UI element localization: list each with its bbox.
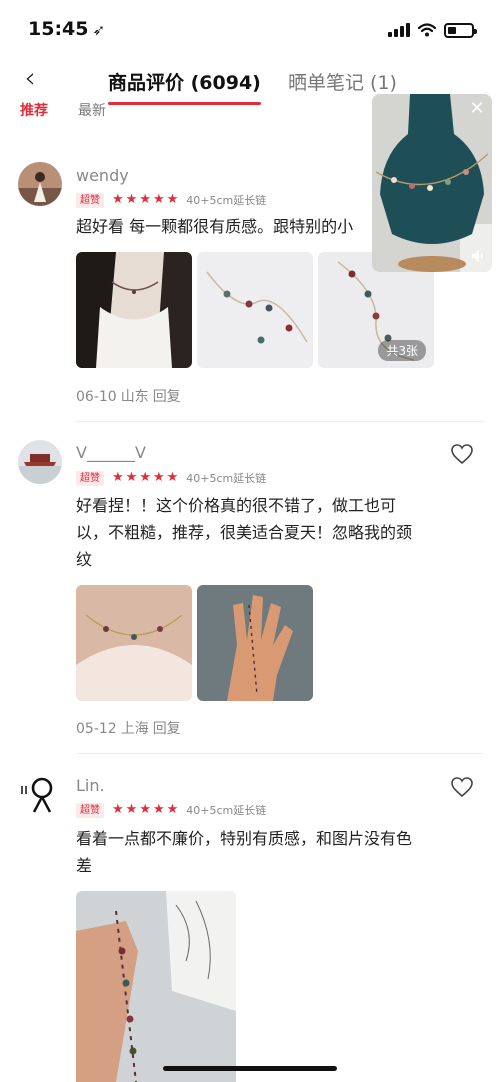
filter-row: 推荐 最新 bbox=[20, 100, 106, 120]
review-location: 山东 bbox=[120, 389, 149, 405]
review-meta: 超赞 ★ ★ ★ ★ ★ 40+5cm延长链 bbox=[76, 470, 266, 486]
review-content[interactable]: 好看捏！！这个价格真的很不错了，做工也可以，不粗糙，推荐，很美适合夏天！忽略我的… bbox=[76, 492, 412, 573]
tab-active-indicator bbox=[108, 102, 261, 105]
avatar[interactable] bbox=[18, 772, 62, 816]
review-username: V______V bbox=[76, 443, 146, 462]
reply-link[interactable]: 回复 bbox=[153, 389, 181, 405]
heart-icon[interactable] bbox=[450, 443, 474, 465]
rating-badge: 超赞 bbox=[76, 192, 104, 208]
review-meta: 超赞 ★ ★ ★ ★ ★ 40+5cm延长链 bbox=[76, 192, 266, 208]
rating-badge: 超赞 bbox=[76, 802, 104, 818]
star-icon: ★ bbox=[139, 192, 151, 207]
review-content[interactable]: 超好看 每一颗都很有质感。跟特别的小 bbox=[76, 213, 376, 240]
tab-reviews[interactable]: 商品评价 (6094) bbox=[108, 68, 261, 105]
star-icon: ★ bbox=[166, 192, 179, 207]
review-meta: 超赞 ★ ★ ★ ★ ★ 40+5cm延长链 bbox=[76, 802, 266, 818]
star-icon: ★ bbox=[152, 470, 165, 485]
review-date: 06-10 bbox=[76, 389, 117, 405]
volume-icon[interactable] bbox=[470, 248, 486, 264]
star-icon: ★ bbox=[125, 470, 138, 485]
reply-link[interactable]: 回复 bbox=[153, 721, 181, 737]
star-rating: ★ ★ ★ ★ ★ bbox=[112, 193, 178, 207]
star-icon: ★ bbox=[112, 192, 124, 207]
divider bbox=[76, 421, 484, 422]
review-photo[interactable] bbox=[197, 585, 313, 701]
location-arrow-icon: ➶ bbox=[92, 21, 106, 39]
status-time: 15:45 bbox=[28, 18, 89, 40]
star-rating: ★ ★ ★ ★ ★ bbox=[112, 803, 178, 817]
star-icon: ★ bbox=[152, 192, 165, 207]
review-username: Lin. bbox=[76, 776, 105, 795]
wifi-icon bbox=[418, 23, 436, 37]
photo-count-badge: 共3张 bbox=[378, 340, 426, 361]
avatar[interactable] bbox=[18, 162, 62, 206]
close-icon[interactable]: ✕ bbox=[468, 100, 486, 118]
review-footer: 06-10 山东 回复 bbox=[76, 386, 185, 406]
star-icon: ★ bbox=[139, 470, 151, 485]
review-username: wendy bbox=[76, 166, 129, 185]
review-photo[interactable] bbox=[76, 252, 192, 368]
review-date: 05-12 bbox=[76, 721, 117, 737]
review-photo[interactable] bbox=[76, 891, 236, 1082]
review-photo[interactable] bbox=[76, 585, 192, 701]
divider bbox=[76, 753, 484, 754]
chevron-left-icon[interactable]: ‹ bbox=[16, 64, 44, 96]
filter-latest[interactable]: 最新 bbox=[78, 100, 106, 120]
review-content[interactable]: 看着一点都不廉价，特别有质感，和图片没有色差 bbox=[76, 825, 412, 879]
star-icon: ★ bbox=[139, 802, 151, 817]
home-indicator bbox=[163, 1066, 337, 1071]
status-bar: 15:45 ➶ bbox=[0, 0, 500, 56]
tab-reviews-label: 商品评价 (6094) bbox=[108, 72, 261, 94]
tab-notes[interactable]: 晒单笔记 (1) bbox=[288, 68, 397, 95]
rating-badge: 超赞 bbox=[76, 470, 104, 486]
avatar[interactable] bbox=[18, 440, 62, 484]
tab-notes-label: 晒单笔记 (1) bbox=[288, 72, 397, 94]
star-icon: ★ bbox=[166, 470, 179, 485]
heart-icon[interactable] bbox=[450, 776, 474, 798]
star-icon: ★ bbox=[152, 802, 165, 817]
review-photo[interactable] bbox=[197, 252, 313, 368]
star-icon: ★ bbox=[125, 192, 138, 207]
star-icon: ★ bbox=[166, 802, 179, 817]
review-photos bbox=[76, 585, 313, 701]
star-icon: ★ bbox=[125, 802, 138, 817]
review-location: 上海 bbox=[120, 721, 149, 737]
filter-recommended[interactable]: 推荐 bbox=[20, 100, 48, 120]
battery-icon bbox=[444, 22, 477, 38]
floating-video-player[interactable]: ✕ bbox=[372, 94, 492, 272]
review-footer: 05-12 上海 回复 bbox=[76, 718, 185, 738]
product-spec: 40+5cm延长链 bbox=[186, 804, 267, 817]
review-photos bbox=[76, 891, 236, 1082]
signal-icon bbox=[388, 23, 410, 37]
product-spec: 40+5cm延长链 bbox=[186, 472, 267, 485]
star-icon: ★ bbox=[112, 802, 124, 817]
star-rating: ★ ★ ★ ★ ★ bbox=[112, 471, 178, 485]
product-spec: 40+5cm延长链 bbox=[186, 194, 267, 207]
star-icon: ★ bbox=[112, 470, 124, 485]
battery-level bbox=[448, 26, 456, 34]
